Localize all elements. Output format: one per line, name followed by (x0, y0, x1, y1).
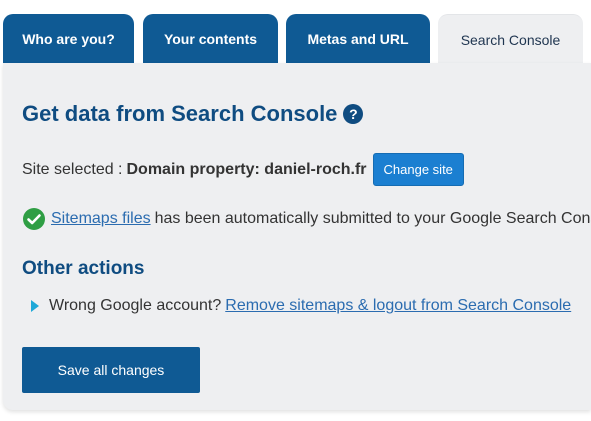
triangle-right-icon (31, 300, 39, 312)
change-site-button[interactable]: Change site (372, 153, 464, 186)
sitemap-status-row: Sitemaps files has been automatically su… (22, 207, 591, 231)
remove-sitemaps-logout-link[interactable]: Remove sitemaps & logout from Search Con… (225, 297, 571, 315)
tab-bar: Who are you? Your contents Metas and URL… (0, 0, 591, 64)
tab-who-are-you[interactable]: Who are you? (3, 14, 134, 64)
site-selected-row: Site selected : Domain property: daniel-… (22, 153, 464, 186)
tab-metas-and-url[interactable]: Metas and URL (286, 14, 430, 64)
wrong-account-row: Wrong Google account? Remove sitemaps & … (31, 297, 571, 315)
section-title-text: Get data from Search Console (22, 101, 338, 126)
wrong-account-question: Wrong Google account? (49, 297, 222, 314)
search-console-panel: Get data from Search Console ? Site sele… (3, 63, 591, 410)
tab-search-console[interactable]: Search Console (438, 14, 583, 64)
sitemaps-files-link[interactable]: Sitemaps files (51, 210, 151, 228)
tab-your-contents[interactable]: Your contents (143, 14, 278, 64)
save-all-changes-button[interactable]: Save all changes (22, 347, 200, 393)
section-title: Get data from Search Console ? (22, 101, 364, 127)
site-selected-label: Site selected : (22, 160, 123, 178)
seo-settings-screen: Who are you? Your contents Metas and URL… (0, 0, 591, 421)
site-selected-value: Domain property: daniel-roch.fr (126, 160, 367, 178)
question-circle-icon[interactable]: ? (343, 104, 364, 124)
other-actions-title: Other actions (22, 258, 145, 279)
check-circle-icon (23, 208, 45, 230)
sitemaps-message: has been automatically submitted to your… (154, 210, 591, 227)
